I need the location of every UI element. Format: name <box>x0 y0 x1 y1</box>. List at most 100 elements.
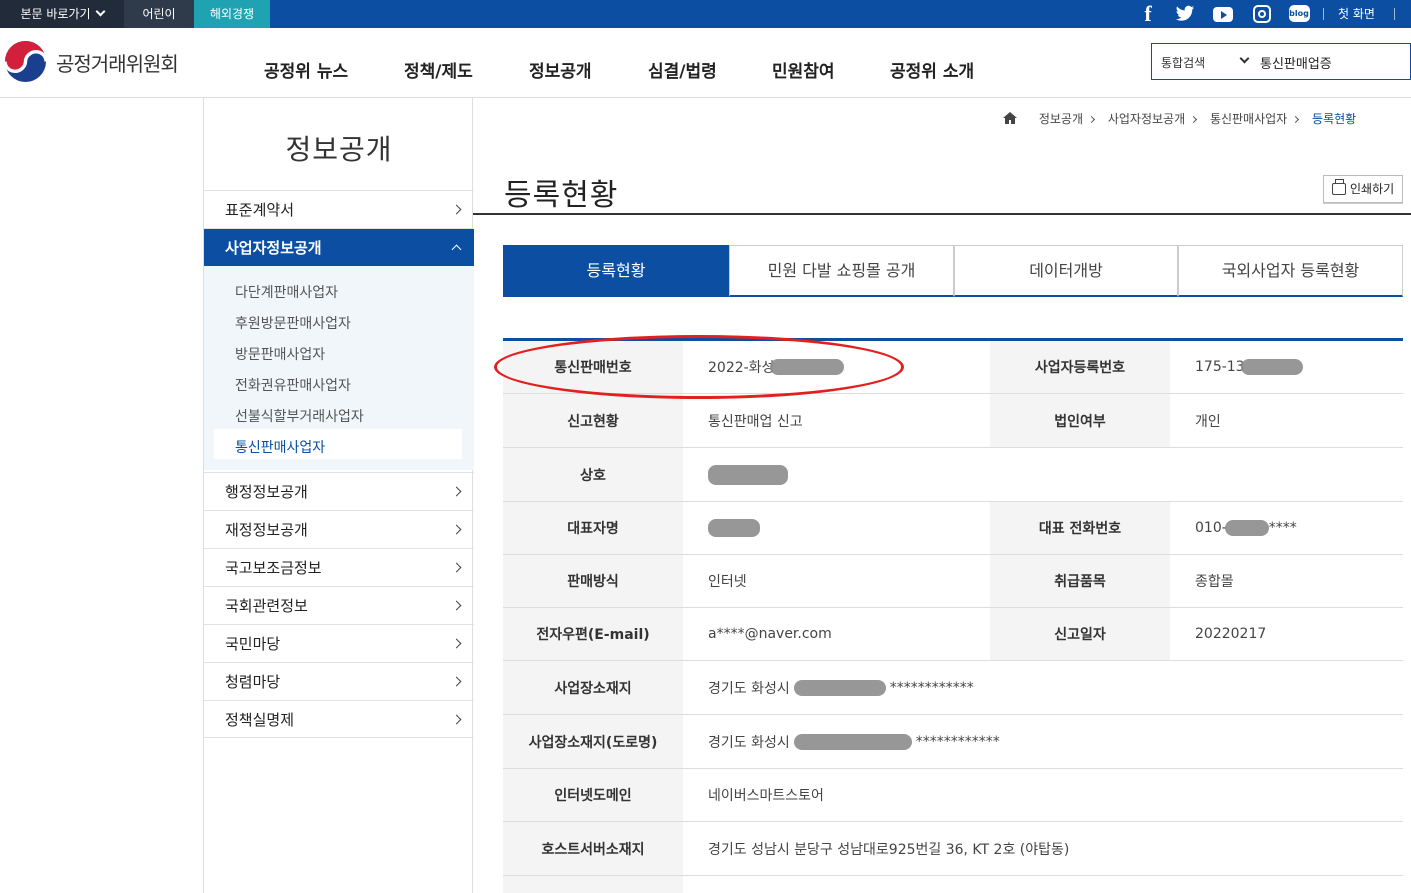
redaction-mask <box>793 733 912 750</box>
row-label: 호스트서버소재지 <box>503 822 683 875</box>
nav-ftc-news[interactable]: 공정위 뉴스 <box>264 57 348 82</box>
kids-link[interactable]: 어린이 <box>124 0 194 28</box>
sidebar-item-finance-info[interactable]: 재정정보공개 <box>204 510 474 548</box>
table-row: 대표자명 대표 전화번호 010- **** <box>503 502 1403 555</box>
home-icon[interactable] <box>1003 112 1017 124</box>
highlight-annotation <box>494 335 904 399</box>
table-row: 사업장소재지 경기도 화성시 ************ <box>503 661 1403 715</box>
sidebar-item-standard-contracts[interactable]: 표준계약서 <box>204 190 474 228</box>
chevron-right-icon <box>1087 115 1096 124</box>
tab-complaint-malls[interactable]: 민원 다발 쇼핑몰 공개 <box>729 245 954 297</box>
sidebar-item-admin-info[interactable]: 행정정보공개 <box>204 472 474 510</box>
tab-foreign-business[interactable]: 국외사업자 등록현황 <box>1178 245 1403 297</box>
row-label <box>503 876 683 893</box>
submenu-item-mail-order[interactable]: 통신판매사업자 <box>235 437 325 457</box>
row-label: 신고현황 <box>503 394 683 447</box>
submenu-item-prepaid-installment[interactable]: 선불식할부거래사업자 <box>235 406 364 426</box>
left-sidebar: 정보공개 표준계약서 사업자정보공개 다단계판매사업자 후원방문판매사업자 방문… <box>203 98 474 893</box>
row-label: 법인여부 <box>990 394 1170 447</box>
redaction-mask <box>708 519 760 537</box>
row-value: a****@naver.com <box>708 626 832 642</box>
nav-info-disclosure[interactable]: 정보공개 <box>529 57 592 82</box>
chevron-down-icon[interactable] <box>1239 53 1250 64</box>
chevron-up-icon <box>451 244 462 255</box>
sidebar-item-integrity[interactable]: 청렴마당 <box>204 662 474 700</box>
row-value <box>708 502 760 554</box>
sidebar-item-subsidy-info[interactable]: 국고보조금정보 <box>204 548 474 586</box>
row-label: 대표 전화번호 <box>990 502 1170 554</box>
chevron-right-icon <box>451 714 462 725</box>
row-label: 사업자등록번호 <box>990 341 1170 393</box>
title-divider <box>473 213 1411 215</box>
print-label: 인쇄하기 <box>1350 182 1395 196</box>
submenu-item-multilevel[interactable]: 다단계판매사업자 <box>235 282 338 302</box>
row-value: 경기도 성남시 분당구 성남대로925번길 36, KT 2호 (야탑동) <box>708 841 1070 858</box>
row-label: 상호 <box>503 448 683 501</box>
row-label: 신고일자 <box>990 608 1170 660</box>
blog-icon[interactable]: blog <box>1288 3 1310 25</box>
skip-to-content-button[interactable]: 본문 바로가기 <box>0 0 124 28</box>
nav-decisions-laws[interactable]: 심결/법령 <box>648 57 717 82</box>
sidebar-submenu: 다단계판매사업자 후원방문판매사업자 방문판매사업자 전화권유판매사업자 선불식… <box>204 266 474 470</box>
row-value: 010- **** <box>1195 520 1297 536</box>
breadcrumb-item[interactable]: 정보공개 <box>1039 112 1083 126</box>
row-label: 판매방식 <box>503 555 683 607</box>
row-value: 네이버스마트스토어 <box>708 788 824 804</box>
breadcrumb-item[interactable]: 통신판매사업자 <box>1210 112 1287 126</box>
submenu-item-sponsored-door-to-door[interactable]: 후원방문판매사업자 <box>235 313 351 333</box>
org-name[interactable]: 공정거래위원회 <box>56 48 179 77</box>
chevron-right-icon <box>1190 115 1198 124</box>
tab-registration-status[interactable]: 등록현황 <box>503 245 729 297</box>
nav-about-ftc[interactable]: 공정위 소개 <box>890 57 974 82</box>
print-button[interactable]: 인쇄하기 <box>1323 175 1403 203</box>
twitter-icon[interactable] <box>1174 3 1196 25</box>
submenu-item-door-to-door[interactable]: 방문판매사업자 <box>235 344 325 364</box>
row-value: 175-13 <box>1195 341 1303 393</box>
breadcrumb-current: 등록현황 <box>1312 112 1357 126</box>
sidebar-item-policy-real-name[interactable]: 정책실명제 <box>204 700 474 738</box>
sidebar-title: 정보공개 <box>285 133 393 166</box>
nav-civil-participation[interactable]: 민원참여 <box>772 57 835 82</box>
facebook-icon[interactable]: f <box>1137 3 1159 25</box>
redaction-mask <box>708 464 788 485</box>
government-emblem-icon[interactable] <box>4 40 47 83</box>
nav-policy[interactable]: 정책/제도 <box>404 57 473 82</box>
chevron-right-icon <box>451 638 462 649</box>
chevron-right-icon <box>451 204 462 215</box>
sidebar-item-citizen-forum[interactable]: 국민마당 <box>204 624 474 662</box>
row-label: 인터넷도메인 <box>503 769 683 821</box>
chevron-right-icon <box>451 486 462 497</box>
search-scope-select[interactable]: 통합검색 <box>1161 54 1205 71</box>
chevron-right-icon <box>451 676 462 687</box>
table-row: 신고현황 통신판매업 신고 법인여부 개인 <box>503 394 1403 448</box>
submenu-item-telemarketing[interactable]: 전화권유판매사업자 <box>235 375 351 395</box>
sidebar-item-assembly-info[interactable]: 국회관련정보 <box>204 586 474 624</box>
row-label: 전자우편(E-mail) <box>503 608 683 660</box>
tab-open-data[interactable]: 데이터개방 <box>954 245 1178 297</box>
row-value: 개인 <box>1195 413 1221 430</box>
skip-label: 본문 바로가기 <box>20 7 91 21</box>
chevron-right-icon <box>1292 115 1300 124</box>
sidebar-item-business-info[interactable]: 사업자정보공개 <box>204 228 474 266</box>
row-value: 인터넷 <box>708 574 747 590</box>
row-label: 사업장소재지(도로명) <box>503 715 683 768</box>
overseas-competition-link[interactable]: 해외경쟁 <box>194 0 270 28</box>
search-input[interactable] <box>1260 51 1408 73</box>
row-label: 취급품목 <box>990 555 1170 607</box>
home-link[interactable]: 첫 화면 <box>1338 0 1375 28</box>
printer-icon <box>1332 179 1346 195</box>
utility-bar: 본문 바로가기 어린이 해외경쟁 f blog 첫 화면 <box>0 0 1411 28</box>
page: 본문 바로가기 어린이 해외경쟁 f blog 첫 화면 공정거래위원회 공정위… <box>0 0 1411 893</box>
row-value: 경기도 화성시 ************ <box>708 679 974 697</box>
row-label: 대표자명 <box>503 502 683 554</box>
table-row <box>503 876 1403 893</box>
row-label: 사업장소재지 <box>503 661 683 714</box>
youtube-icon[interactable] <box>1212 3 1234 25</box>
page-title: 등록현황 <box>504 178 619 213</box>
breadcrumb-item[interactable]: 사업자정보공개 <box>1108 112 1185 126</box>
chevron-right-icon <box>451 562 462 573</box>
instagram-icon[interactable] <box>1251 3 1273 25</box>
site-header: 공정거래위원회 공정위 뉴스 정책/제도 정보공개 심결/법령 민원참여 공정위… <box>0 28 1411 98</box>
row-value: 종합몰 <box>1195 574 1234 590</box>
redaction-mask <box>1240 359 1303 375</box>
